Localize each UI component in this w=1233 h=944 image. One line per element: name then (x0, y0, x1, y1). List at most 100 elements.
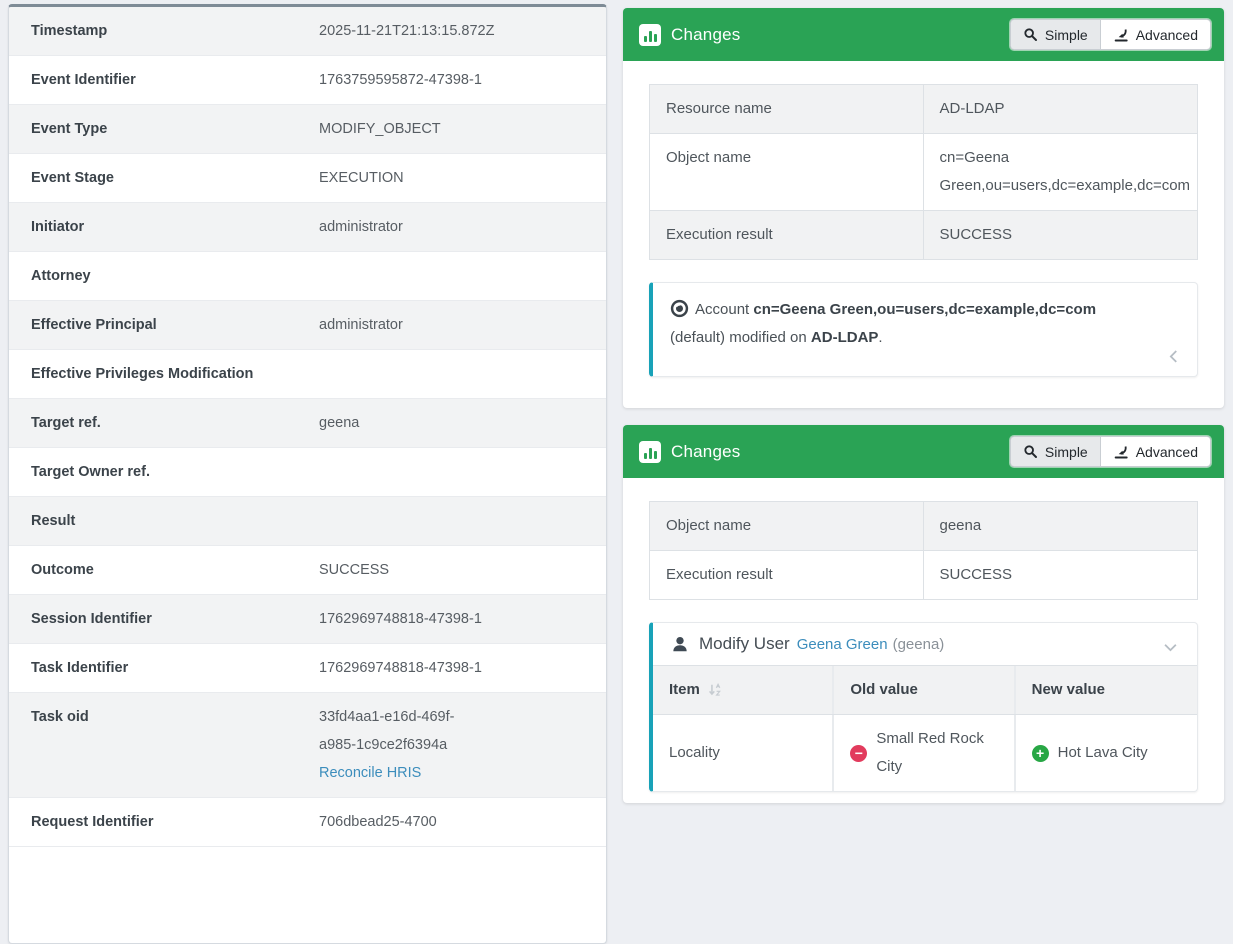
import-arrow-icon (1113, 444, 1129, 460)
detail-row-session-identifier: Session Identifier 1762969748818-47398-1 (9, 595, 606, 644)
detail-row-outcome: Outcome SUCCESS (9, 546, 606, 595)
column-header-new-value: New value (1016, 666, 1197, 714)
eye-icon (670, 299, 689, 318)
row-key: Execution result (650, 211, 924, 259)
search-icon (1023, 444, 1038, 459)
advanced-button-label: Advanced (1136, 27, 1198, 43)
detail-row-task-oid: Task oid 33fd4aa1-e16d-469f-a985-1c9ce2f… (9, 693, 606, 798)
detail-value: administrator (319, 311, 594, 339)
detail-label: Task oid (31, 703, 319, 731)
modified-user-link[interactable]: Geena Green (797, 636, 888, 653)
simple-view-button[interactable]: Simple (1010, 436, 1100, 467)
task-link[interactable]: Reconcile HRIS (319, 759, 421, 787)
object-change-table: Object name geena Execution result SUCCE… (649, 501, 1198, 600)
detail-row-task-identifier: Task Identifier 1762969748818-47398-1 (9, 644, 606, 693)
changes-panel-resource: Changes Simple Advanced Resource name AD… (623, 8, 1224, 408)
changes-panel-header: Changes Simple Advanced (623, 8, 1224, 61)
detail-value: 706dbead25-4700 (319, 808, 594, 836)
row-value: SUCCESS (924, 551, 1198, 599)
detail-value: administrator (319, 213, 594, 241)
detail-row-event-type: Event Type MODIFY_OBJECT (9, 105, 606, 154)
detail-value: geena (319, 409, 594, 437)
column-header-old-value: Old value (834, 666, 1015, 714)
changes-panel-header: Changes Simple Advanced (623, 425, 1224, 478)
detail-row-effective-principal: Effective Principal administrator (9, 301, 606, 350)
detail-row-target-owner-ref: Target Owner ref. (9, 448, 606, 497)
view-toggle-group: Simple Advanced (1010, 436, 1211, 467)
minus-circle-icon: − (850, 745, 867, 762)
detail-label: Event Identifier (31, 66, 319, 94)
modify-user-box: Modify User Geena Green (geena) Item Old… (649, 622, 1198, 792)
row-key: Object name (650, 134, 924, 210)
detail-value: 1763759595872-47398-1 (319, 66, 594, 94)
changes-panel-body: Resource name AD-LDAP Object name cn=Gee… (623, 61, 1224, 397)
detail-label: Outcome (31, 556, 319, 584)
table-row: Resource name AD-LDAP (650, 85, 1197, 133)
column-label: Item (669, 676, 700, 704)
table-row: Execution result SUCCESS (650, 550, 1197, 599)
detail-row-result: Result (9, 497, 606, 546)
chart-bar-icon (639, 24, 661, 46)
old-value-text: Small Red Rock City (876, 725, 997, 781)
delta-item: Locality (653, 715, 834, 791)
advanced-button-label: Advanced (1136, 444, 1198, 460)
modify-user-title: Modify User (699, 634, 790, 654)
import-arrow-icon (1113, 27, 1129, 43)
detail-value: 33fd4aa1-e16d-469f-a985-1c9ce2f6394a Rec… (319, 703, 594, 787)
detail-value: SUCCESS (319, 556, 594, 584)
detail-row-attorney: Attorney (9, 252, 606, 301)
delta-table: Item Old value New value Locality − Smal… (653, 665, 1197, 791)
simple-button-label: Simple (1045, 27, 1088, 43)
detail-value: 2025-11-21T21:13:15.872Z (319, 17, 594, 45)
detail-row-request-identifier: Request Identifier 706dbead25-4700 (9, 798, 606, 847)
detail-label: Timestamp (31, 17, 319, 45)
row-key: Resource name (650, 85, 924, 133)
detail-row-effective-privileges-modification: Effective Privileges Modification (9, 350, 606, 399)
new-value-text: Hot Lava City (1058, 739, 1148, 767)
callout-resource: AD-LDAP (811, 329, 879, 346)
simple-view-button[interactable]: Simple (1010, 19, 1100, 50)
modify-user-header: Modify User Geena Green (geena) (653, 623, 1197, 665)
row-value: AD-LDAP (924, 85, 1198, 133)
detail-label: Request Identifier (31, 808, 319, 836)
detail-label: Initiator (31, 213, 319, 241)
callout-text: Account cn=Geena Green,ou=users,dc=examp… (653, 283, 1197, 376)
advanced-view-button[interactable]: Advanced (1100, 436, 1211, 467)
search-icon (1023, 27, 1038, 42)
delta-old-value: − Small Red Rock City (834, 715, 1015, 791)
chevron-left-icon[interactable] (1163, 346, 1185, 368)
detail-label: Target ref. (31, 409, 319, 437)
detail-label: Event Type (31, 115, 319, 143)
detail-value: EXECUTION (319, 164, 594, 192)
user-icon (671, 635, 689, 653)
detail-row-timestamp: Timestamp 2025-11-21T21:13:15.872Z (9, 7, 606, 56)
row-value: SUCCESS (924, 211, 1198, 259)
detail-label: Effective Principal (31, 311, 319, 339)
column-header-item[interactable]: Item (653, 666, 834, 714)
detail-row-event-identifier: Event Identifier 1763759595872-47398-1 (9, 56, 606, 105)
detail-value: MODIFY_OBJECT (319, 115, 594, 143)
row-value: cn=Geena Green,ou=users,dc=example,dc=co… (924, 134, 1207, 210)
modified-user-id: (geena) (893, 636, 945, 653)
sort-alpha-down-icon[interactable] (708, 683, 722, 697)
task-oid-value: 33fd4aa1-e16d-469f-a985-1c9ce2f6394a (319, 703, 481, 759)
simple-button-label: Simple (1045, 444, 1088, 460)
chevron-down-icon[interactable] (1159, 637, 1181, 659)
detail-label: Effective Privileges Modification (31, 360, 319, 388)
detail-label: Result (31, 507, 319, 535)
row-key: Execution result (650, 551, 924, 599)
detail-label: Session Identifier (31, 605, 319, 633)
detail-label: Event Stage (31, 164, 319, 192)
advanced-view-button[interactable]: Advanced (1100, 19, 1211, 50)
panel-title: Changes (671, 442, 740, 462)
callout-middle: (default) modified on (670, 329, 811, 346)
detail-row-event-stage: Event Stage EXECUTION (9, 154, 606, 203)
resource-change-table: Resource name AD-LDAP Object name cn=Gee… (649, 84, 1198, 260)
row-key: Object name (650, 502, 924, 550)
changes-panel-user: Changes Simple Advanced Object name geen… (623, 425, 1224, 803)
callout-suffix: . (878, 329, 882, 346)
detail-row-initiator: Initiator administrator (9, 203, 606, 252)
delta-table-header: Item Old value New value (653, 666, 1197, 714)
detail-label: Target Owner ref. (31, 458, 319, 486)
view-toggle-group: Simple Advanced (1010, 19, 1211, 50)
